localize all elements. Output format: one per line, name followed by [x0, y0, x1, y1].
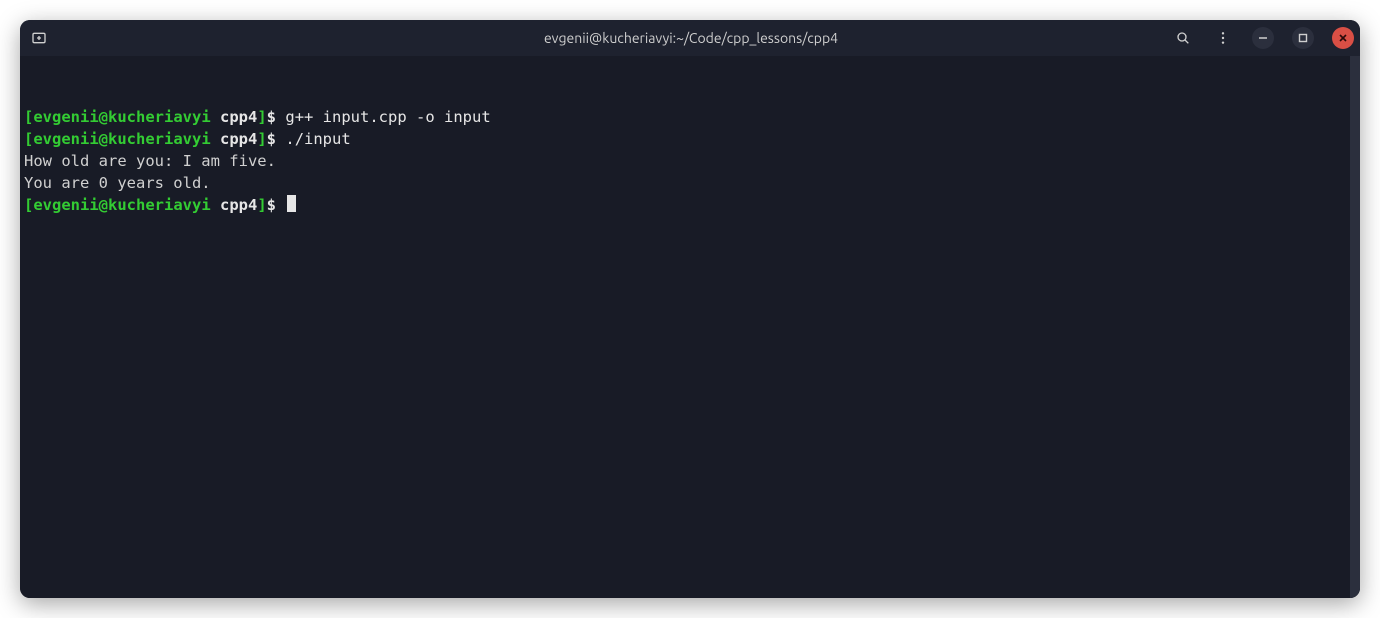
new-tab-button[interactable]: [28, 27, 50, 49]
kebab-menu-icon: [1215, 30, 1231, 46]
prompt-close-bracket: ]: [257, 108, 266, 126]
window-title: evgenii@kucheriavyi:~/Code/cpp_lessons/c…: [228, 30, 1154, 46]
terminal-line: [evgenii@kucheriavyi cpp4]$ g++ input.cp…: [24, 106, 1356, 128]
prompt-symbol: $: [267, 196, 276, 214]
output-text: You are 0 years old.: [24, 174, 211, 192]
prompt-open-bracket: [: [24, 196, 33, 214]
prompt-user-host: evgenii@kucheriavyi: [33, 196, 210, 214]
cursor: [287, 195, 296, 212]
prompt-cwd: cpp4: [220, 130, 257, 148]
terminal-line: You are 0 years old.: [24, 172, 1356, 194]
terminal-line: How old are you: I am five.: [24, 150, 1356, 172]
titlebar: evgenii@kucheriavyi:~/Code/cpp_lessons/c…: [20, 20, 1360, 56]
output-text: How old are you: I am five.: [24, 152, 276, 170]
scrollbar[interactable]: [1350, 56, 1360, 598]
terminal-viewport[interactable]: [evgenii@kucheriavyi cpp4]$ g++ input.cp…: [20, 56, 1360, 598]
search-icon: [1175, 30, 1191, 46]
prompt-user-host: evgenii@kucheriavyi: [33, 108, 210, 126]
prompt-symbol: $: [267, 108, 276, 126]
minimize-button[interactable]: [1252, 27, 1274, 49]
command-text: g++ input.cpp -o input: [285, 108, 490, 126]
terminal-line: [evgenii@kucheriavyi cpp4]$ ./input: [24, 128, 1356, 150]
menu-button[interactable]: [1212, 27, 1234, 49]
close-button[interactable]: [1332, 27, 1354, 49]
maximize-button[interactable]: [1292, 27, 1314, 49]
prompt-cwd: cpp4: [220, 196, 257, 214]
prompt-symbol: $: [267, 130, 276, 148]
minimize-icon: [1258, 33, 1268, 43]
new-tab-icon: [31, 30, 47, 46]
prompt-close-bracket: ]: [257, 130, 266, 148]
prompt-open-bracket: [: [24, 130, 33, 148]
prompt-user-host: evgenii@kucheriavyi: [33, 130, 210, 148]
terminal-window: evgenii@kucheriavyi:~/Code/cpp_lessons/c…: [20, 20, 1360, 598]
close-icon: [1338, 33, 1348, 43]
prompt-open-bracket: [: [24, 108, 33, 126]
prompt-close-bracket: ]: [257, 196, 266, 214]
prompt-cwd: cpp4: [220, 108, 257, 126]
search-button[interactable]: [1172, 27, 1194, 49]
command-text: ./input: [285, 130, 350, 148]
terminal-line: [evgenii@kucheriavyi cpp4]$: [24, 194, 1356, 216]
maximize-icon: [1298, 33, 1308, 43]
